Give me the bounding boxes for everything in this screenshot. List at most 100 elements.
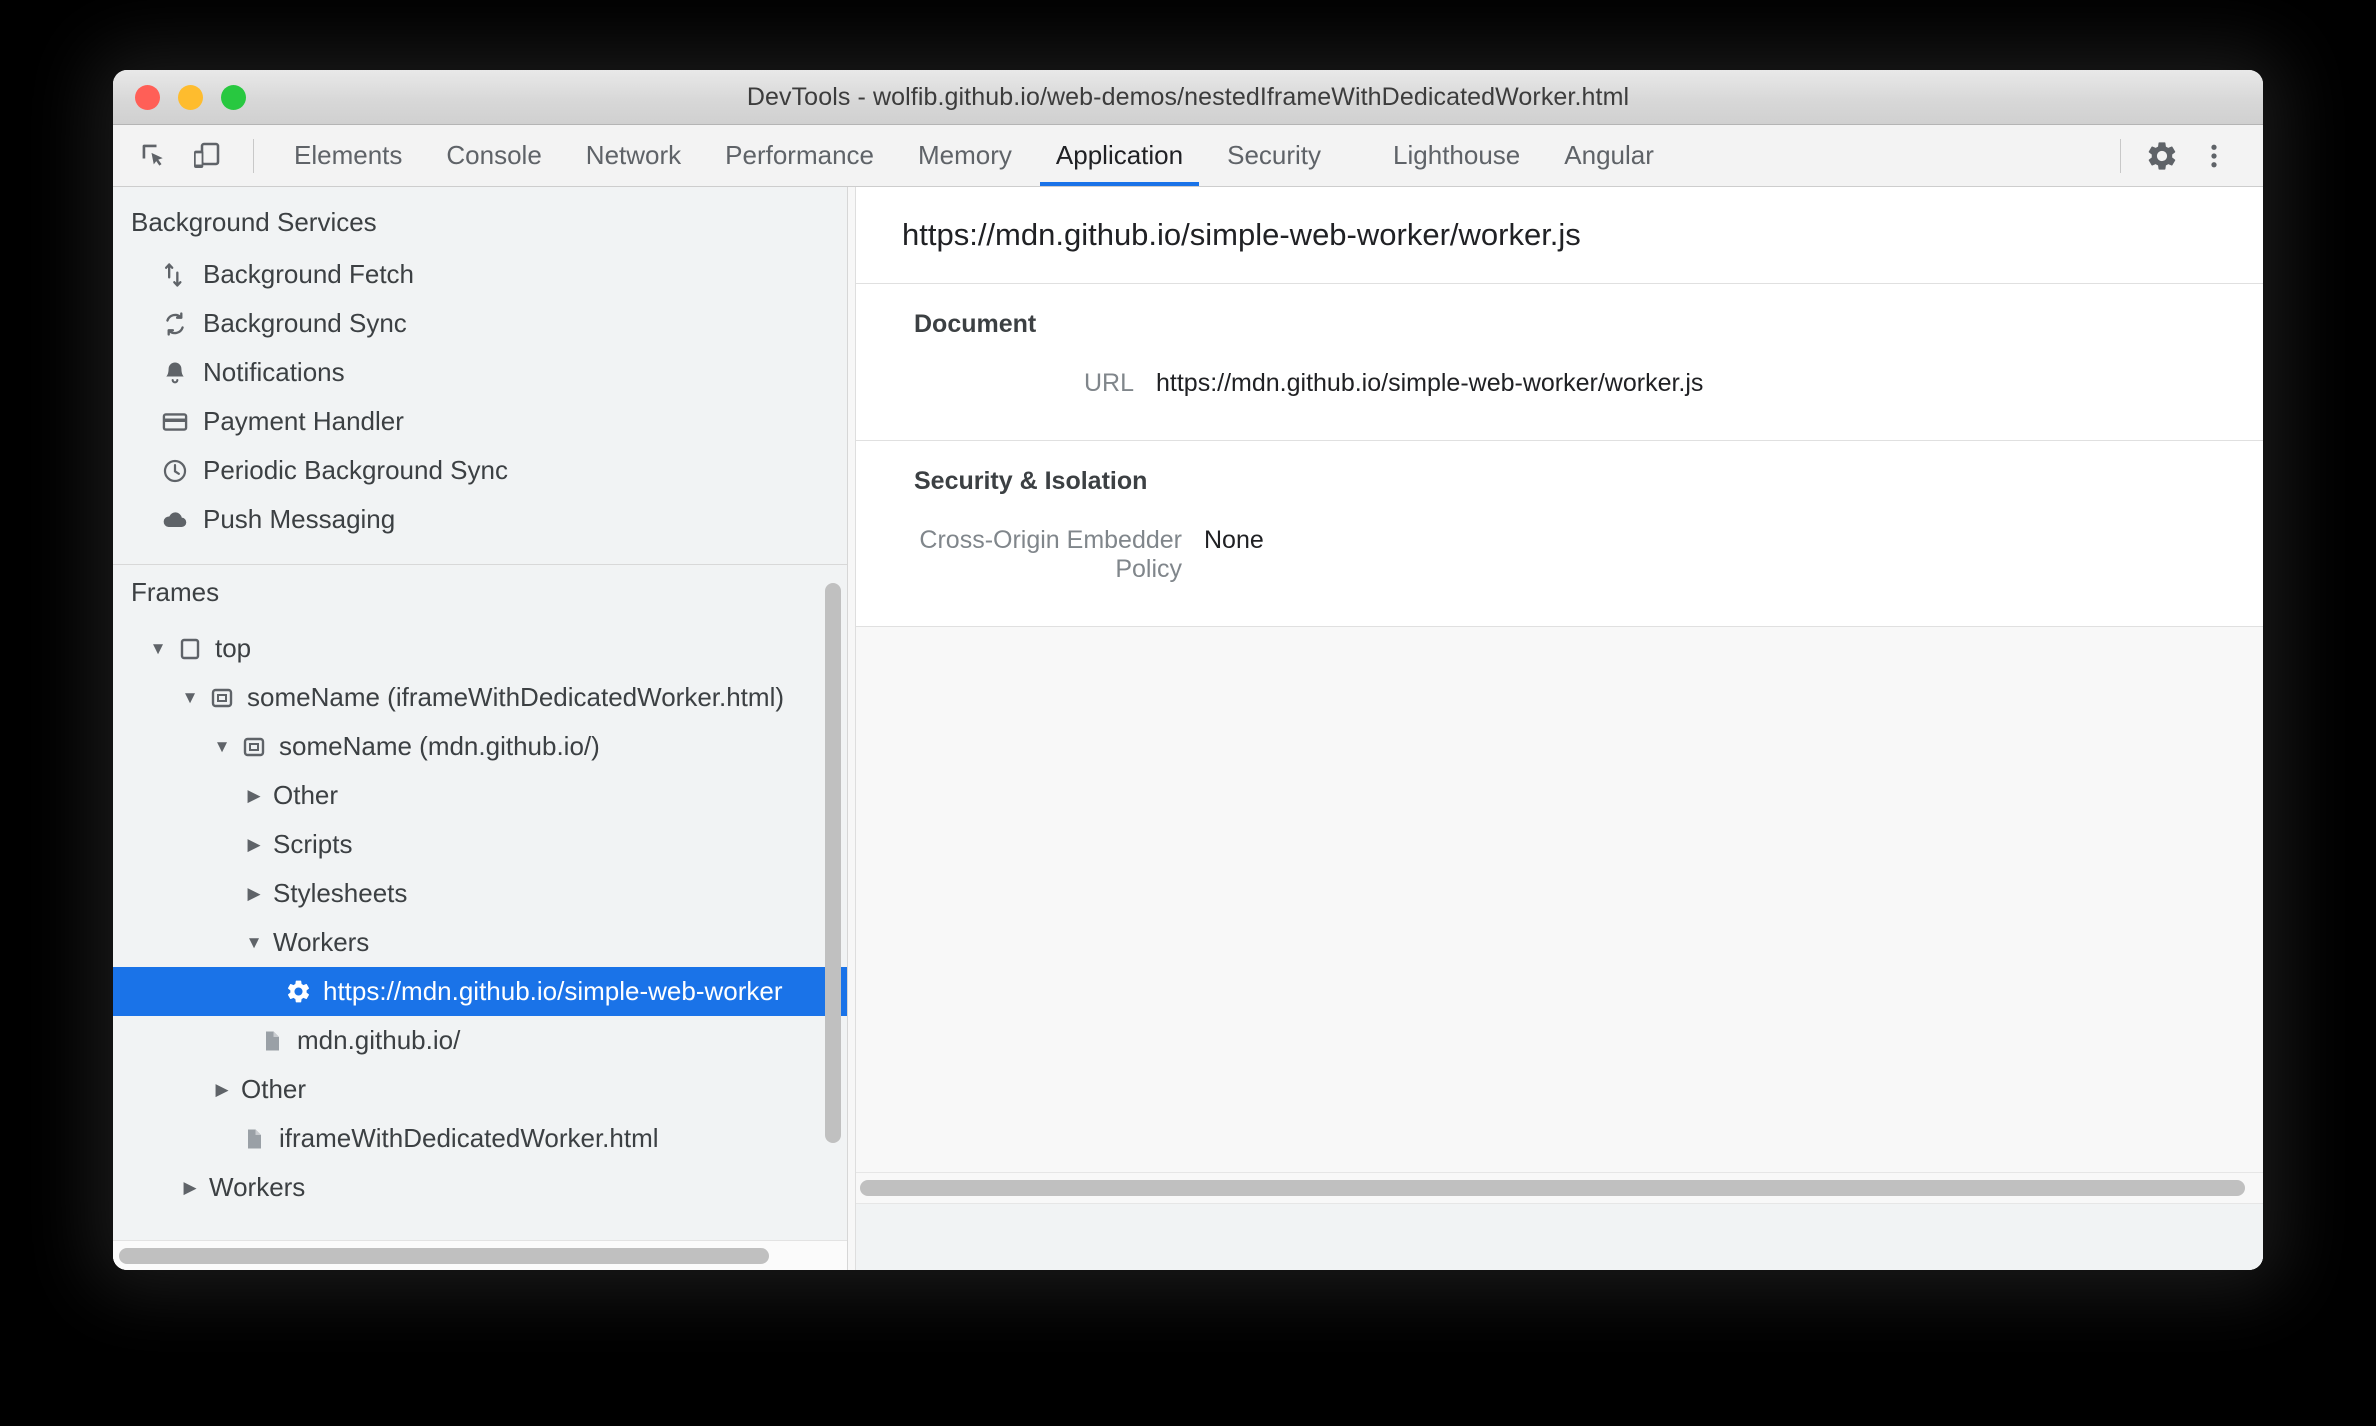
tree-row-label: Workers <box>273 927 370 957</box>
background-sync-icon <box>161 310 203 338</box>
credit-card-icon <box>161 408 203 436</box>
background-services-title: Background Services <box>131 207 377 237</box>
sidebar-horizontal-scrollbar[interactable] <box>113 1240 847 1270</box>
frames-title: Frames <box>131 577 220 607</box>
chevron-right-icon[interactable]: ▶ <box>177 1179 203 1196</box>
bell-icon <box>161 359 203 387</box>
content-horizontal-scrollbar[interactable] <box>856 1172 2263 1204</box>
chevron-down-icon[interactable]: ▼ <box>145 640 171 657</box>
document-url-key: URL <box>1083 369 1134 397</box>
chevron-down-icon[interactable]: ▼ <box>177 689 203 706</box>
tree-row-iframewithdedicatedworker-html[interactable]: iframeWithDedicatedWorker.html <box>113 1114 847 1163</box>
tab-memory[interactable]: Memory <box>896 125 1034 186</box>
sidebar-item-label: Push Messaging <box>203 504 396 534</box>
background-services-section: Background Services Background Fetch Bac… <box>113 187 847 558</box>
tree-row-other-1[interactable]: ▶ Other <box>113 771 847 820</box>
worker-gear-icon <box>279 978 317 1005</box>
tree-row-label: Other <box>273 780 339 810</box>
window-titlebar: DevTools - wolfib.github.io/web-demos/ne… <box>113 70 2263 125</box>
sidebar-item-background-sync[interactable]: Background Sync <box>113 299 847 348</box>
chevron-right-icon[interactable]: ▶ <box>209 1081 235 1098</box>
toolbar-divider-right <box>2120 138 2121 173</box>
sidebar-hscroll-thumb[interactable] <box>119 1247 769 1264</box>
sidebar-vertical-scrollbar[interactable] <box>825 583 841 1143</box>
sidebar-item-label: Background Sync <box>203 308 407 338</box>
sidebar-item-label: Periodic Background Sync <box>203 455 508 485</box>
tab-label: Lighthouse <box>1393 140 1521 170</box>
tab-security[interactable]: Security <box>1205 125 1343 186</box>
chevron-down-icon[interactable]: ▼ <box>241 934 267 951</box>
tab-performance[interactable]: Performance <box>703 125 896 186</box>
gear-icon[interactable] <box>2139 133 2185 179</box>
tab-label: Performance <box>725 140 874 170</box>
tree-row-label: Stylesheets <box>273 878 408 908</box>
tree-row-label: mdn.github.io/ <box>297 1025 461 1055</box>
tree-row-mdn-github-io[interactable]: mdn.github.io/ <box>113 1016 847 1065</box>
sidebar-item-label: Background Fetch <box>203 259 415 289</box>
chevron-right-icon[interactable]: ▶ <box>241 885 267 902</box>
coep-key: Cross-Origin Embedder Policy <box>919 526 1182 583</box>
tree-row-iframe-somename-mdn[interactable]: ▼ someName (mdn.github.io/) <box>113 722 847 771</box>
tab-label: Security <box>1227 140 1322 170</box>
content-hscroll-thumb[interactable] <box>860 1180 2245 1196</box>
kebab-menu-icon[interactable] <box>2191 133 2237 179</box>
coep-row: Cross-Origin Embedder Policy None <box>856 518 2263 592</box>
security-isolation-card: Security & Isolation Cross-Origin Embedd… <box>856 441 2263 627</box>
chevron-right-icon[interactable]: ▶ <box>241 787 267 804</box>
application-sidebar: Background Services Background Fetch Bac… <box>113 187 848 1270</box>
tab-label: Application <box>1055 140 1184 170</box>
sidebar-item-background-fetch[interactable]: Background Fetch <box>113 250 847 299</box>
sidebar-item-label: Payment Handler <box>203 406 404 436</box>
panel-resizer[interactable] <box>848 187 856 1270</box>
content-footer-area <box>856 1204 2263 1270</box>
tab-console[interactable]: Console <box>424 125 563 186</box>
tree-row-iframe-somename-html[interactable]: ▼ someName (iframeWithDedicatedWorker.ht… <box>113 673 847 722</box>
toolbar-divider <box>253 138 254 173</box>
tree-row-label: someName (iframeWithDedicatedWorker.html… <box>247 682 784 712</box>
inspect-element-icon[interactable] <box>131 133 177 179</box>
tab-label: Network <box>585 140 682 170</box>
panel-tabs: Elements Console Network Performance Mem… <box>272 125 1676 186</box>
close-window-button[interactable] <box>135 84 160 110</box>
tree-row-label: Workers <box>209 1172 306 1202</box>
document-url-value[interactable]: https://mdn.github.io/simple-web-worker/… <box>1156 369 1703 398</box>
frames-tree: ▼ top ▼ someName (iframeWithDedicatedWor… <box>113 620 847 1212</box>
iframe-icon <box>203 686 241 710</box>
tab-lighthouse[interactable]: Lighthouse <box>1371 125 1542 186</box>
maximize-window-button[interactable] <box>221 84 246 110</box>
device-toolbar-icon[interactable] <box>183 133 229 179</box>
tree-row-stylesheets[interactable]: ▶ Stylesheets <box>113 869 847 918</box>
iframe-icon <box>235 735 273 759</box>
tree-row-scripts[interactable]: ▶ Scripts <box>113 820 847 869</box>
chevron-right-icon[interactable]: ▶ <box>241 836 267 853</box>
frame-details-header: https://mdn.github.io/simple-web-worker/… <box>856 187 2263 284</box>
devtools-toolbar: Elements Console Network Performance Mem… <box>113 125 2263 187</box>
tree-row-label: someName (mdn.github.io/) <box>279 731 600 761</box>
tree-row-label: top <box>215 633 252 663</box>
window-title: DevTools - wolfib.github.io/web-demos/ne… <box>746 82 1630 111</box>
tree-row-label: Scripts <box>273 829 353 859</box>
chevron-down-icon[interactable]: ▼ <box>209 738 235 755</box>
sidebar-item-notifications[interactable]: Notifications <box>113 348 847 397</box>
sidebar-item-payment-handler[interactable]: Payment Handler <box>113 397 847 446</box>
tree-row-workers-collapsed[interactable]: ▶ Workers <box>113 1163 847 1212</box>
devtools-body: Background Services Background Fetch Bac… <box>113 187 2263 1270</box>
tab-network[interactable]: Network <box>564 125 703 186</box>
traffic-lights <box>135 84 246 110</box>
minimize-window-button[interactable] <box>178 84 203 110</box>
screenshot-root: DevTools - wolfib.github.io/web-demos/ne… <box>0 0 2376 1426</box>
document-url-row: URL https://mdn.github.io/simple-web-wor… <box>856 361 2263 406</box>
tree-row-workers-expanded[interactable]: ▼ Workers <box>113 918 847 967</box>
tab-application[interactable]: Application <box>1034 125 1205 186</box>
sidebar-item-label: Notifications <box>203 357 345 387</box>
toolbar-right-actions <box>2102 133 2263 179</box>
security-section-title: Security & Isolation <box>914 467 1148 495</box>
tab-elements[interactable]: Elements <box>272 125 424 186</box>
tab-angular[interactable]: Angular <box>1542 125 1676 186</box>
sidebar-item-periodic-background-sync[interactable]: Periodic Background Sync <box>113 446 847 495</box>
sidebar-item-push-messaging[interactable]: Push Messaging <box>113 495 847 544</box>
tree-row-top[interactable]: ▼ top <box>113 624 847 673</box>
tree-row-worker-selected[interactable]: https://mdn.github.io/simple-web-worker <box>113 967 847 1016</box>
tree-row-other-2[interactable]: ▶ Other <box>113 1065 847 1114</box>
document-card: Document URL https://mdn.github.io/simpl… <box>856 284 2263 441</box>
